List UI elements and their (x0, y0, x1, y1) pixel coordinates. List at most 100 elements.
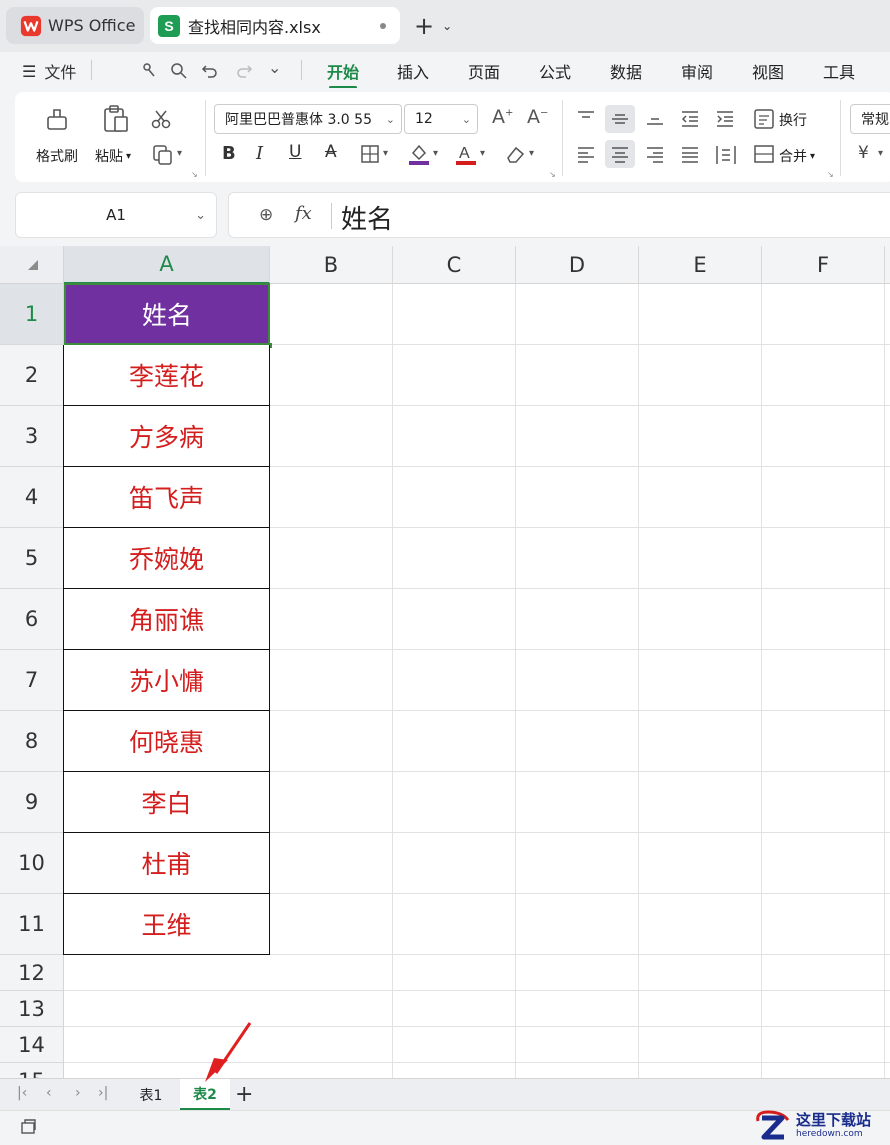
font-name-select[interactable]: 阿里巴巴普惠体 3.0 55 ⌄ (214, 104, 402, 134)
align-top-icon[interactable] (576, 110, 596, 126)
increase-indent-icon[interactable] (715, 110, 735, 128)
tab-review[interactable]: 审阅 (681, 59, 713, 83)
redo-icon[interactable] (234, 60, 254, 80)
cell-a9[interactable]: 李白 (64, 772, 270, 833)
row-header-4[interactable]: 4 (0, 467, 64, 528)
cut-icon[interactable] (150, 108, 172, 130)
chevron-down-icon[interactable]: ▾ (177, 148, 182, 159)
increase-font-icon[interactable]: A+ (492, 106, 513, 128)
column-header-f[interactable]: F (762, 246, 885, 284)
dialog-launcher-icon[interactable]: ↘ (827, 170, 834, 179)
cell-a2[interactable]: 李莲花 (64, 345, 270, 406)
align-middle-icon[interactable] (610, 110, 630, 126)
format-painter-label[interactable]: 格式刷 (36, 146, 78, 166)
row-header-12[interactable]: 12 (0, 955, 64, 991)
tab-insert[interactable]: 插入 (397, 59, 429, 83)
cell-a11[interactable]: 王维 (64, 894, 270, 955)
column-header-c[interactable]: C (393, 246, 516, 284)
justify-icon[interactable] (680, 146, 700, 164)
undo-icon[interactable] (200, 60, 220, 80)
quick-access-chevron-icon[interactable]: ⌄ (268, 58, 281, 77)
row-header-7[interactable]: 7 (0, 650, 64, 711)
paste-label[interactable]: 粘贴 ▾ (95, 146, 131, 166)
column-header-g[interactable] (885, 246, 890, 284)
cell-a1[interactable]: 姓名 (64, 283, 270, 345)
export-icon[interactable] (140, 60, 160, 80)
merge-button[interactable]: 合并 ▾ (779, 146, 815, 166)
row-header-1[interactable]: 1 (0, 284, 64, 345)
merge-cells-icon[interactable] (753, 144, 775, 164)
sheet-tab-1[interactable]: 表1 (125, 1079, 177, 1110)
fill-color-icon[interactable] (408, 142, 430, 166)
chevron-down-icon[interactable]: ▾ (383, 148, 388, 159)
distribute-icon[interactable] (715, 144, 737, 166)
copy-icon[interactable] (152, 144, 174, 166)
formula-input-area[interactable]: ⊕ fx 姓名 (228, 192, 890, 238)
currency-icon[interactable]: ¥ (858, 143, 869, 163)
tab-tools[interactable]: 工具 (823, 59, 855, 83)
column-header-a[interactable]: A (64, 246, 270, 284)
chevron-down-icon[interactable]: ▾ (480, 148, 485, 159)
cell-a10[interactable]: 杜甫 (64, 833, 270, 894)
tab-page[interactable]: 页面 (468, 59, 500, 83)
unsaved-dot-icon[interactable] (380, 23, 386, 29)
sheet-tab-2[interactable]: 表2 (180, 1079, 230, 1110)
spreadsheet-grid[interactable]: A B C D E F 1 2 3 4 5 6 7 8 9 10 11 12 1… (0, 246, 890, 1078)
cell-a3[interactable]: 方多病 (64, 406, 270, 467)
column-header-d[interactable]: D (516, 246, 639, 284)
row-header-6[interactable]: 6 (0, 589, 64, 650)
zoom-formula-icon[interactable]: ⊕ (259, 205, 273, 225)
row-header-8[interactable]: 8 (0, 711, 64, 772)
wrap-text-icon[interactable] (753, 108, 775, 130)
row-header-9[interactable]: 9 (0, 772, 64, 833)
decrease-indent-icon[interactable] (680, 110, 700, 128)
new-tab-button[interactable]: + ⌄ (414, 12, 452, 40)
add-sheet-icon[interactable]: + (235, 1082, 253, 1107)
chevron-down-icon[interactable]: ▾ (433, 148, 438, 159)
number-format-select[interactable]: 常规 (850, 104, 890, 134)
cell-a6[interactable]: 角丽谯 (64, 589, 270, 650)
file-tab[interactable]: S 查找相同内容.xlsx (150, 7, 400, 44)
row-header-14[interactable]: 14 (0, 1027, 64, 1063)
wrap-text-button[interactable]: 换行 (779, 110, 807, 130)
file-menu[interactable]: ☰ 文件 (22, 59, 76, 83)
cell-a4[interactable]: 笛飞声 (64, 467, 270, 528)
select-all-corner[interactable] (0, 246, 64, 284)
dialog-launcher-icon[interactable]: ↘ (191, 170, 198, 179)
name-box[interactable]: A1 ⌄ (15, 192, 217, 238)
decrease-font-icon[interactable]: A− (527, 106, 548, 128)
wps-office-tab[interactable]: WPS Office (6, 7, 144, 44)
chevron-down-icon[interactable]: ⌄ (195, 208, 206, 223)
format-painter-icon[interactable] (44, 105, 72, 133)
tab-home[interactable]: 开始 (327, 59, 359, 89)
row-header-3[interactable]: 3 (0, 406, 64, 467)
row-header-13[interactable]: 13 (0, 991, 64, 1027)
align-center-icon[interactable] (610, 146, 630, 164)
align-right-icon[interactable] (645, 146, 665, 164)
bold-icon[interactable]: B (222, 143, 236, 164)
chevron-down-icon[interactable]: ⌄ (442, 19, 452, 33)
status-mode-icon[interactable] (20, 1118, 38, 1136)
font-size-select[interactable]: 12 ⌄ (404, 104, 478, 134)
row-header-15[interactable]: 15 (0, 1063, 64, 1078)
italic-icon[interactable]: I (256, 143, 263, 164)
chevron-down-icon[interactable]: ▾ (878, 148, 883, 159)
cell-a8[interactable]: 何晓惠 (64, 711, 270, 772)
row-header-2[interactable]: 2 (0, 345, 64, 406)
borders-icon[interactable] (360, 144, 380, 164)
dialog-launcher-icon[interactable]: ↘ (549, 170, 556, 179)
formula-value[interactable]: 姓名 (341, 199, 393, 236)
align-bottom-icon[interactable] (645, 110, 665, 126)
row-header-5[interactable]: 5 (0, 528, 64, 589)
row-header-10[interactable]: 10 (0, 833, 64, 894)
first-sheet-icon[interactable]: |‹ (17, 1085, 27, 1101)
next-sheet-icon[interactable]: › (75, 1085, 81, 1101)
align-left-icon[interactable] (576, 146, 596, 164)
column-header-e[interactable]: E (639, 246, 762, 284)
font-color-icon[interactable]: A (455, 142, 477, 166)
tab-data[interactable]: 数据 (610, 59, 642, 83)
paste-icon[interactable] (102, 104, 130, 134)
prev-sheet-icon[interactable]: ‹ (46, 1085, 52, 1101)
column-header-b[interactable]: B (270, 246, 393, 284)
row-header-11[interactable]: 11 (0, 894, 64, 955)
